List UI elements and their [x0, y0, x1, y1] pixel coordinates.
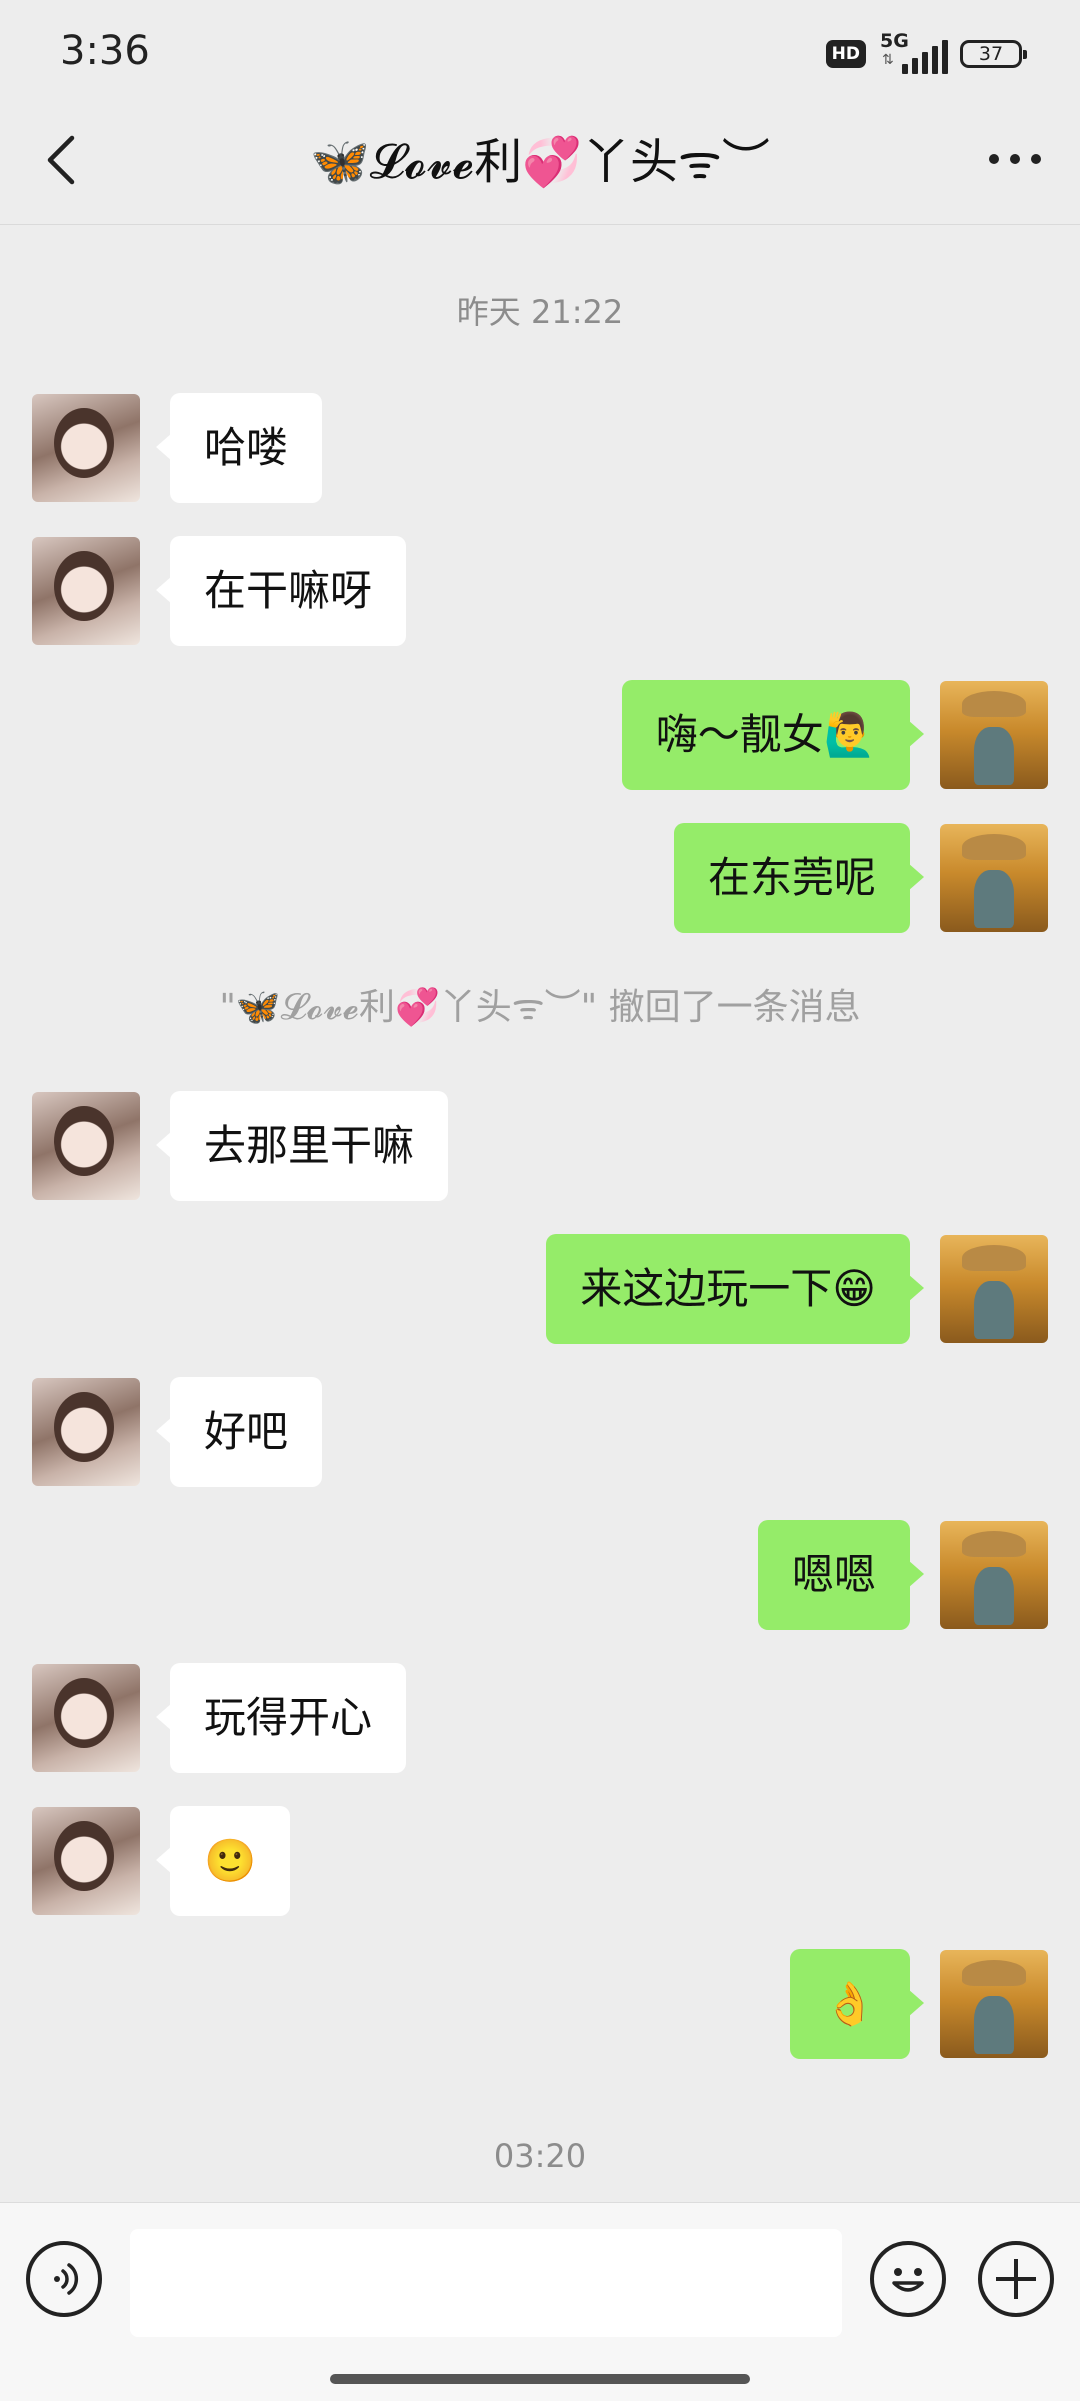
message-row: 玩得开心	[32, 1663, 407, 1773]
signal-icon: 5G ⇅	[880, 30, 948, 74]
message-input[interactable]	[130, 2229, 842, 2337]
battery-icon: 37	[960, 40, 1027, 68]
message-row: 嗨～靓女🙋‍♂️	[621, 680, 1048, 790]
chat-title: 🦋𝓛𝓸𝓿𝓮利💞丫头ᯤ︶	[310, 134, 770, 190]
status-bar: 3:36 HD 5G ⇅ 37	[0, 0, 1080, 100]
my-avatar[interactable]	[940, 824, 1048, 932]
sent-message-bubble[interactable]: 来这边玩一下😁	[546, 1234, 924, 1344]
data-arrows-icon: ⇅	[882, 52, 894, 68]
message-row: 好吧	[32, 1377, 323, 1487]
timestamp: 03:20	[493, 2137, 587, 2175]
contact-avatar[interactable]	[32, 537, 140, 645]
voice-button[interactable]	[26, 2241, 102, 2317]
sent-message-bubble[interactable]: 嗨～靓女🙋‍♂️	[621, 680, 925, 790]
message-row: 👌	[789, 1949, 1048, 2059]
received-message-bubble[interactable]: 玩得开心	[155, 1663, 407, 1773]
recall-notice: "🦋𝓛𝓸𝓿𝓮利💞丫头ᯤ︶" 撤回了一条消息	[219, 987, 861, 1028]
message-row: 在东莞呢	[673, 823, 1048, 933]
home-indicator[interactable]	[330, 2374, 750, 2384]
contact-avatar[interactable]	[32, 1378, 140, 1486]
contact-avatar[interactable]	[32, 1092, 140, 1200]
my-avatar[interactable]	[940, 1521, 1048, 1629]
emoji-button[interactable]	[870, 2241, 946, 2317]
message-row: 来这边玩一下😁	[546, 1234, 1048, 1344]
received-message-bubble[interactable]: 在干嘛呀	[155, 536, 407, 646]
message-row: 哈喽	[32, 393, 323, 503]
contact-avatar[interactable]	[32, 394, 140, 502]
message-row: 去那里干嘛	[32, 1091, 449, 1201]
received-message-bubble[interactable]: 🙂	[155, 1806, 291, 1916]
status-icons: HD 5G ⇅ 37	[825, 30, 1027, 74]
sent-message-bubble[interactable]: 嗯嗯	[757, 1520, 925, 1630]
emoji-icon	[892, 2268, 924, 2292]
contact-avatar[interactable]	[32, 1664, 140, 1772]
timestamp: 昨天 21:22	[456, 293, 624, 331]
plus-button[interactable]	[978, 2241, 1054, 2317]
voice-icon	[54, 2263, 79, 2295]
signal-bars-icon	[902, 40, 948, 74]
input-bar	[0, 2202, 1080, 2401]
status-time: 3:36	[60, 28, 150, 74]
message-row: 🙂	[32, 1806, 291, 1916]
received-message-bubble[interactable]: 好吧	[155, 1377, 323, 1487]
more-horizontal-icon	[989, 154, 1041, 164]
my-avatar[interactable]	[940, 681, 1048, 789]
message-row: 嗯嗯	[757, 1520, 1048, 1630]
message-row: 在干嘛呀	[32, 536, 407, 646]
received-message-bubble[interactable]: 哈喽	[155, 393, 323, 503]
my-avatar[interactable]	[940, 1950, 1048, 2058]
chat-header: 🦋𝓛𝓸𝓿𝓮利💞丫头ᯤ︶	[0, 100, 1080, 225]
more-button[interactable]	[980, 134, 1050, 184]
my-avatar[interactable]	[940, 1235, 1048, 1343]
hd-badge: HD	[825, 40, 866, 68]
received-message-bubble[interactable]: 去那里干嘛	[155, 1091, 449, 1201]
message-list[interactable]: 昨天 21:22 哈喽 在干嘛呀 嗨～靓女🙋‍♂️ 在东莞呢 "🦋𝓛𝓸𝓿𝓮利💞丫…	[0, 225, 1080, 2200]
sent-message-bubble[interactable]: 👌	[789, 1949, 925, 2059]
contact-avatar[interactable]	[32, 1807, 140, 1915]
sent-message-bubble[interactable]: 在东莞呢	[673, 823, 925, 933]
